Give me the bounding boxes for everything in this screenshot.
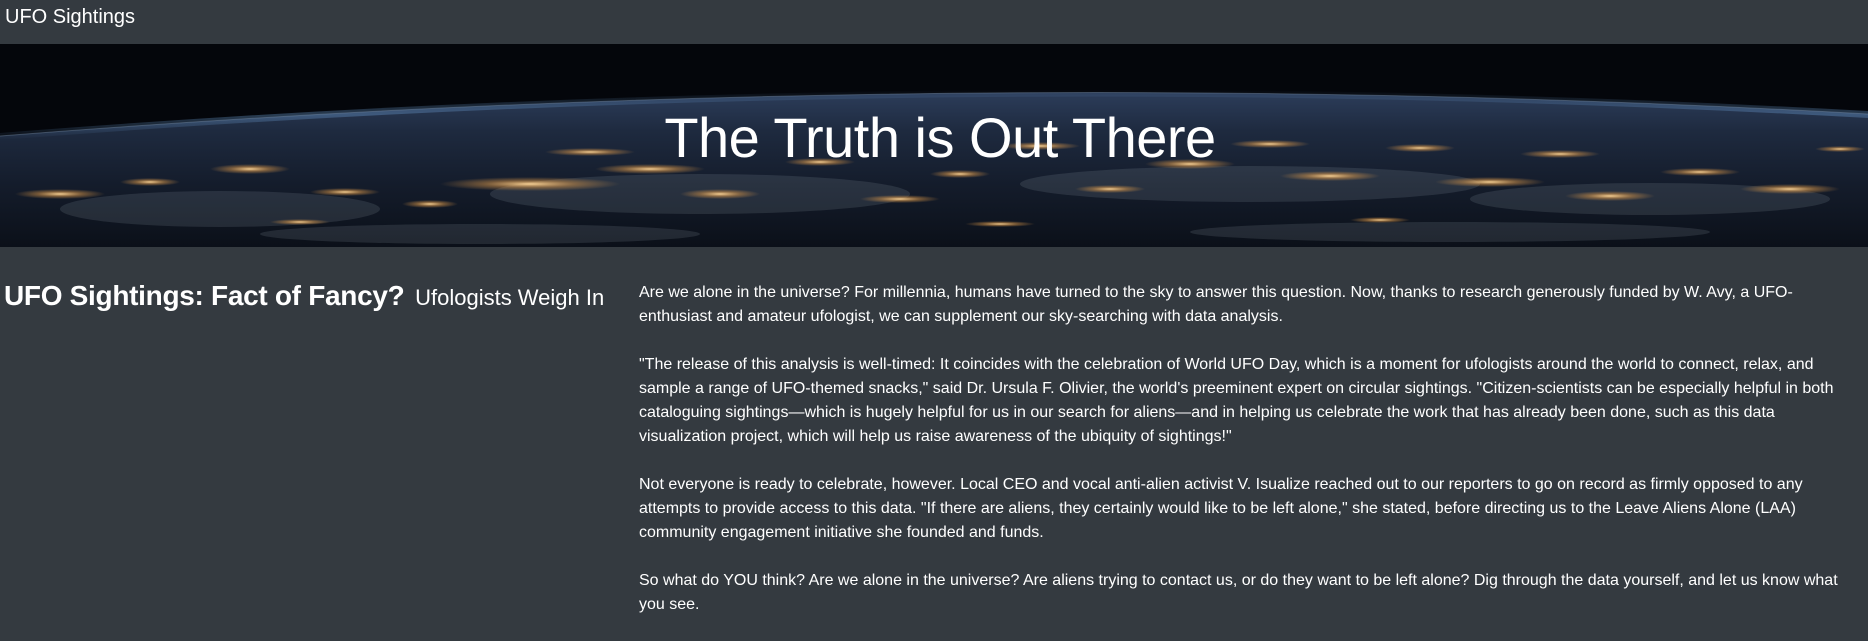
article-headline: UFO Sightings: Fact of Fancy? Ufologists… (4, 280, 604, 314)
headline-subtitle: Ufologists Weigh In (415, 285, 605, 310)
navbar: UFO Sightings (0, 0, 1868, 44)
headline-main: UFO Sightings: Fact of Fancy? (4, 280, 405, 311)
article-body: Are we alone in the universe? For millen… (639, 281, 1863, 641)
navbar-brand-link[interactable]: UFO Sightings (5, 5, 135, 29)
hero-banner: The Truth is Out There (0, 44, 1868, 247)
article-paragraph: Not everyone is ready to celebrate, howe… (639, 476, 1803, 541)
article-paragraph: So what do YOU think? Are we alone in th… (639, 572, 1838, 613)
hero-title: The Truth is Out There (664, 106, 1216, 169)
article-paragraph: "The release of this analysis is well-ti… (639, 356, 1834, 445)
article-paragraph: Are we alone in the universe? For millen… (639, 284, 1793, 325)
